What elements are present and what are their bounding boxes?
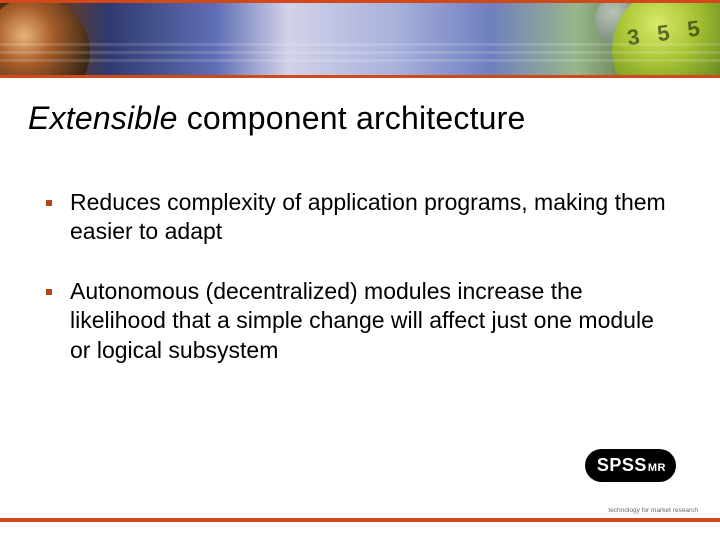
bullet-item: Reduces complexity of application progra… xyxy=(46,188,666,247)
logo-pill: SPSSMR xyxy=(585,449,676,482)
banner-stripe xyxy=(0,43,720,46)
banner-stripe xyxy=(0,51,720,54)
green-sphere-graphic xyxy=(612,0,720,78)
header-banner xyxy=(0,0,720,78)
globe-graphic xyxy=(0,0,90,78)
logo-main-text: SPSS xyxy=(597,455,647,476)
banner-stripe xyxy=(0,59,720,62)
title-emphasis: Extensible xyxy=(28,100,178,136)
bullet-list: Reduces complexity of application progra… xyxy=(46,188,666,395)
bullet-item: Autonomous (decentralized) modules incre… xyxy=(46,277,666,365)
logo-sub-text: MR xyxy=(648,462,666,474)
bullet-icon xyxy=(46,200,52,206)
brand-logo: SPSSMR technology for market research xyxy=(578,464,698,510)
bullet-icon xyxy=(46,289,52,295)
bullet-text: Autonomous (decentralized) modules incre… xyxy=(70,277,666,365)
slide-title: Extensible component architecture xyxy=(28,100,526,137)
logo-tagline: technology for market research xyxy=(608,507,698,514)
title-rest: component architecture xyxy=(178,100,526,136)
bullet-text: Reduces complexity of application progra… xyxy=(70,188,666,247)
footer-divider xyxy=(0,518,720,522)
